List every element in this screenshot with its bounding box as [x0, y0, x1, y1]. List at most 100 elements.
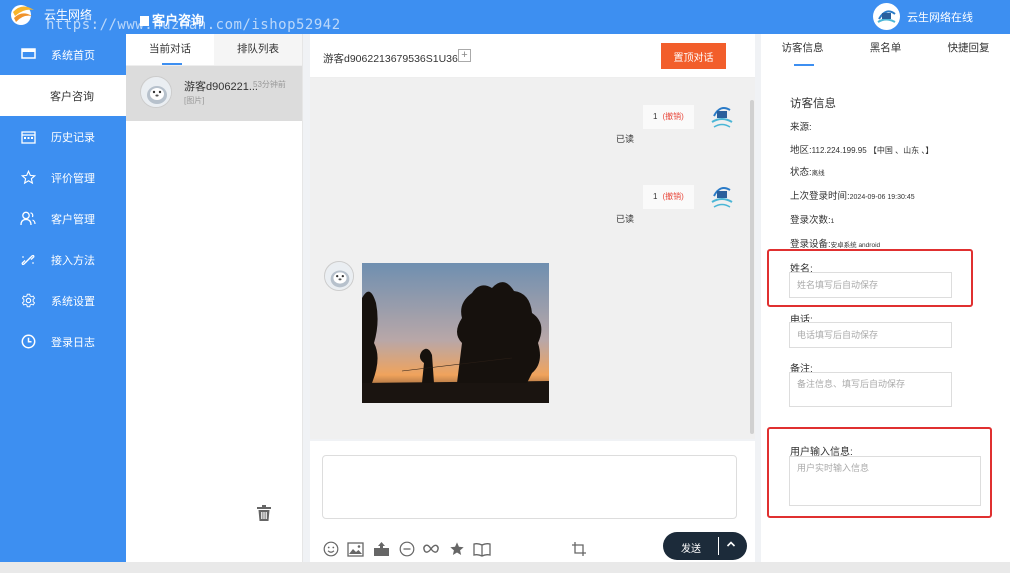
agent-logo-icon	[873, 3, 900, 30]
highlight-box-user-input	[767, 427, 992, 518]
sidebar-item-label: 历史记录	[51, 131, 95, 144]
login-count-row: 登录次数:1	[790, 212, 834, 226]
chat-scrollbar[interactable]	[750, 100, 754, 434]
phone-field[interactable]	[789, 322, 952, 348]
brand-logo-icon	[11, 5, 34, 25]
delete-conversation-button[interactable]	[251, 500, 277, 526]
emoji-icon[interactable]	[322, 540, 340, 558]
status-label: 状态:	[790, 167, 812, 178]
last-login-value: 2024-09-06 19:30:45	[849, 194, 915, 201]
sidebar-item-label: 客户咨询	[50, 90, 94, 103]
note-field[interactable]	[789, 372, 952, 407]
message-text: 1	[653, 112, 658, 121]
sidebar-item-login-log[interactable]: 登录日志	[0, 321, 126, 362]
page-title-text: 客户咨询	[152, 13, 205, 28]
status-row: 状态:离线	[790, 164, 825, 178]
conversation-item[interactable]: 游客d906221... 53分钟前 [图片]	[126, 66, 302, 121]
sidebar-item-settings[interactable]: 系统设置	[0, 280, 126, 321]
chat-panel: 游客d9062213679536S1U36 + 置顶对话 1 (撤销) 已读 1 (…	[310, 34, 755, 439]
book-icon[interactable]	[473, 540, 491, 558]
agent-logo-icon	[711, 107, 733, 128]
sidebar-item-integration[interactable]: 接入方法	[0, 239, 126, 280]
highlight-box-name	[767, 249, 973, 307]
chat-visitor-id: 游客d9062213679536S1U36	[323, 53, 458, 65]
sidebar-item-home[interactable]: 系统首页	[0, 34, 126, 75]
page-title: 客户咨询	[140, 10, 204, 29]
login-count-value: 1	[830, 218, 835, 225]
last-login-label: 上次登录时间:	[790, 191, 850, 202]
visitor-avatar	[140, 76, 172, 108]
sidebar-item-label: 评价管理	[51, 172, 95, 185]
status-value: 离线	[811, 170, 825, 177]
conversation-preview: [图片]	[184, 96, 205, 105]
revoke-link[interactable]: (撤销)	[662, 112, 683, 121]
tab-visitor-info[interactable]: 访客信息	[761, 34, 844, 66]
conversation-panel: 当前对话 排队列表 游客d906221... 53分钟前 [图片]	[126, 34, 303, 562]
conversation-tabs: 当前对话 排队列表	[126, 34, 302, 66]
send-button[interactable]: 发送	[663, 532, 747, 560]
sidebar: 系统首页 客户咨询 历史记录 评价管理 客户管理 接入方法 系统设置 登录日志	[0, 34, 126, 573]
agent-message-bubble: 1 (撤销)	[642, 104, 695, 130]
online-status-label: 云生网络在线	[907, 12, 973, 24]
read-status: 已读	[616, 214, 635, 224]
sidebar-item-label: 系统设置	[51, 295, 95, 308]
last-login-row: 上次登录时间:2024-09-06 19:30:45	[790, 188, 915, 202]
chevron-up-icon[interactable]	[726, 539, 736, 552]
message-text: 1	[653, 192, 658, 201]
message-image[interactable]	[362, 263, 549, 403]
top-bar: 云生网络 https://www.huzhan.com/ishop52942 客…	[0, 0, 1010, 34]
region-row: 地区:112.224.199.95 【中国 、山东 、】	[790, 142, 933, 156]
message-composer: 发送	[310, 441, 755, 562]
tab-queue-list[interactable]: 排队列表	[214, 34, 302, 65]
send-divider	[718, 537, 719, 555]
plus-square-icon[interactable]: +	[458, 49, 471, 62]
crop-icon[interactable]	[570, 540, 588, 558]
device-value: 安卓系统 android	[830, 242, 881, 249]
sidebar-item-label: 接入方法	[51, 254, 95, 267]
message-input[interactable]	[322, 455, 737, 519]
visitor-info-heading: 访客信息	[790, 98, 836, 110]
agent-message-bubble: 1 (撤销)	[642, 184, 695, 210]
tab-blacklist[interactable]: 黑名单	[844, 34, 927, 66]
region-value: 112.224.199.95 【中国 、山东 、】	[811, 146, 934, 155]
bottom-strip	[0, 562, 1010, 573]
info-tabs: 访客信息 黑名单 快捷回复	[761, 34, 1010, 66]
visitor-avatar	[324, 261, 354, 291]
upload-file-icon[interactable]	[372, 540, 390, 558]
infinity-icon[interactable]	[422, 540, 440, 558]
chat-header: 游客d9062213679536S1U36 + 置顶对话	[310, 34, 755, 78]
clock-icon	[20, 334, 36, 350]
calendar-icon	[20, 129, 36, 145]
trash-icon	[257, 505, 271, 521]
monitor-icon	[20, 47, 36, 63]
region-label: 地区:	[790, 145, 812, 156]
tab-quick-reply[interactable]: 快捷回复	[927, 34, 1010, 66]
sidebar-item-history[interactable]: 历史记录	[0, 116, 126, 157]
users-icon	[20, 211, 36, 227]
send-button-label: 发送	[681, 544, 701, 555]
sidebar-item-customers[interactable]: 客户管理	[0, 198, 126, 239]
sidebar-item-consult[interactable]: 客户咨询	[0, 75, 126, 116]
link-icon	[20, 252, 36, 268]
visitor-info-panel: 访客信息 黑名单 快捷回复 访客信息 来源: 地区:112.224.199.95…	[761, 34, 1010, 562]
pin-conversation-button[interactable]: 置顶对话	[661, 43, 726, 69]
star-icon	[20, 170, 36, 186]
sidebar-item-label: 登录日志	[51, 336, 95, 349]
source-label: 来源:	[790, 122, 812, 133]
document-icon	[140, 16, 149, 26]
star-icon[interactable]	[448, 540, 466, 558]
minus-circle-icon[interactable]	[398, 540, 416, 558]
sidebar-item-label: 客户管理	[51, 213, 95, 226]
revoke-link[interactable]: (撤销)	[662, 192, 683, 201]
tab-current-conversations[interactable]: 当前对话	[126, 34, 214, 65]
sidebar-item-label: 系统首页	[51, 49, 95, 62]
agent-avatar[interactable]	[873, 3, 900, 30]
image-icon[interactable]	[346, 540, 364, 558]
conversation-name: 游客d906221...	[184, 81, 258, 93]
conversation-time: 53分钟前	[253, 80, 286, 89]
gear-icon	[20, 293, 36, 309]
sidebar-item-reviews[interactable]: 评价管理	[0, 157, 126, 198]
device-row: 登录设备:安卓系统 android	[790, 236, 880, 250]
read-status: 已读	[616, 134, 635, 144]
chat-messages[interactable]: 1 (撤销) 已读 1 (撤销) 已读	[310, 78, 755, 439]
